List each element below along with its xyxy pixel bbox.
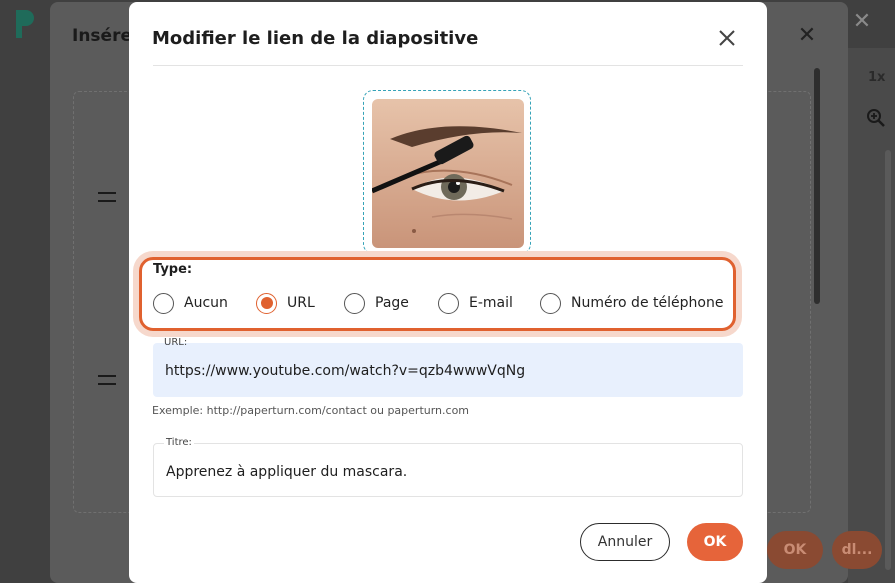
- edit-slide-link-dialog: Modifier le lien de la diapositive Type:…: [129, 2, 767, 583]
- url-field-label: URL:: [164, 337, 188, 348]
- zoom-level: 1x: [868, 70, 886, 85]
- radio-label: E-mail: [469, 295, 513, 311]
- background-scrollbar[interactable]: [885, 150, 891, 570]
- url-hint: Exemple: http://paperturn.com/contact ou…: [152, 404, 470, 417]
- dialog-title: Modifier le lien de la diapositive: [152, 28, 479, 49]
- type-label: Type:: [153, 262, 193, 277]
- underlying-ok-button[interactable]: OK: [767, 531, 823, 569]
- radio-label: Aucun: [184, 295, 228, 311]
- radio-label: URL: [287, 295, 315, 311]
- radio-circle[interactable]: [344, 292, 365, 314]
- divider: [153, 65, 743, 66]
- radio-email[interactable]: E-mail: [438, 290, 513, 316]
- paperturn-logo-icon: [14, 8, 36, 40]
- underlying-dialog-title: Insére: [72, 26, 132, 46]
- title-field-label: Titre:: [164, 437, 194, 448]
- close-icon[interactable]: [716, 27, 738, 49]
- radio-label: Numéro de téléphone: [571, 295, 724, 311]
- underlying-secondary-button[interactable]: dl...: [832, 531, 882, 569]
- ok-button[interactable]: OK: [687, 523, 743, 561]
- title-field-value[interactable]: Apprenez à appliquer du mascara.: [166, 464, 407, 480]
- underlying-scrollbar[interactable]: [814, 68, 820, 304]
- radio-page[interactable]: Page: [344, 290, 409, 316]
- url-field-value[interactable]: https://www.youtube.com/watch?v=qzb4wwwV…: [165, 363, 525, 379]
- radio-circle[interactable]: [540, 292, 561, 314]
- zoom-in-icon[interactable]: [866, 108, 886, 128]
- close-icon[interactable]: ✕: [850, 10, 874, 34]
- url-field[interactable]: URL: https://www.youtube.com/watch?v=qzb…: [153, 337, 743, 397]
- radio-circle[interactable]: [256, 292, 277, 314]
- radio-label: Page: [375, 295, 409, 311]
- underlying-close-icon[interactable]: ✕: [795, 24, 819, 48]
- drag-handle-icon[interactable]: [98, 375, 116, 385]
- radio-selected-dot: [260, 297, 273, 309]
- drag-handle-icon[interactable]: [98, 192, 116, 202]
- radio-circle[interactable]: [153, 292, 174, 314]
- radio-phone[interactable]: Numéro de téléphone: [540, 290, 723, 316]
- radio-url[interactable]: URL: [256, 290, 315, 316]
- cancel-button[interactable]: Annuler: [580, 523, 670, 561]
- slide-thumbnail: [372, 99, 524, 248]
- radio-circle[interactable]: [438, 292, 459, 314]
- radio-aucun[interactable]: Aucun: [153, 290, 228, 316]
- title-field[interactable]: Titre: Apprenez à appliquer du mascara.: [153, 437, 743, 497]
